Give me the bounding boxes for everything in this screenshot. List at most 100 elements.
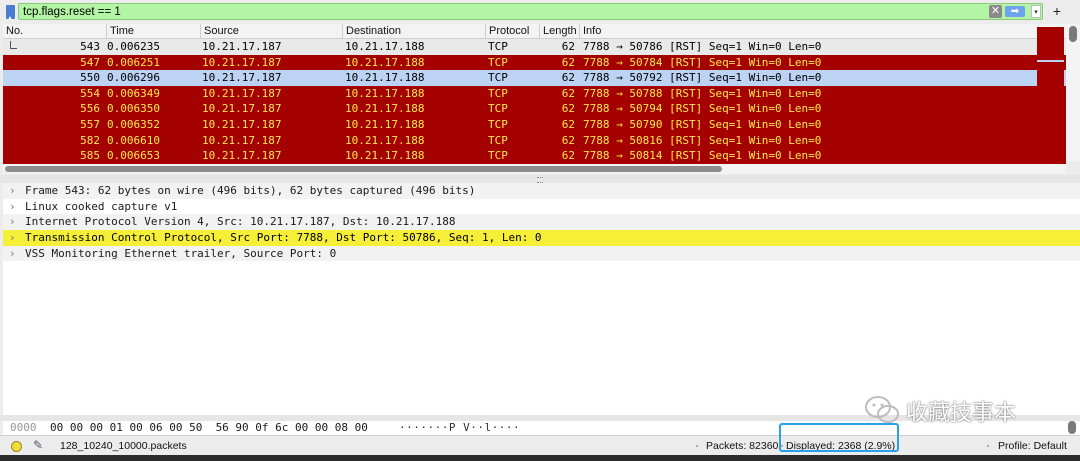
packet-info: 7788 → 50792 [RST] Seq=1 Win=0 Len=0 bbox=[583, 71, 822, 85]
column-header-source[interactable]: Source bbox=[201, 24, 343, 38]
packet-source: 10.21.17.187 bbox=[202, 102, 282, 116]
packet-source: 10.21.17.187 bbox=[202, 55, 282, 69]
packet-protocol: TCP bbox=[488, 40, 508, 53]
clear-filter-icon[interactable]: ✕ bbox=[989, 5, 1002, 18]
packet-row[interactable]: 582 0.006610 10.21.17.187 10.21.17.188 TCP 62… bbox=[3, 132, 1066, 149]
expand-chevron-icon[interactable]: › bbox=[9, 199, 16, 215]
packet-no: 554 bbox=[80, 86, 100, 100]
packet-details-pane: › Frame 543: 62 bytes on wire (496 bits),… bbox=[3, 183, 1080, 415]
packet-time: 0.006349 bbox=[107, 86, 160, 100]
column-header-protocol[interactable]: Protocol bbox=[486, 24, 540, 38]
packet-no: 557 bbox=[80, 118, 100, 131]
packet-row[interactable]: 554 0.006349 10.21.17.187 10.21.17.188 TCP 62… bbox=[3, 85, 1066, 102]
packet-info: 7788 → 50794 [RST] Seq=1 Win=0 Len=0 bbox=[583, 102, 822, 116]
display-filter-toolbar: ✕ ➡ ▾ + bbox=[0, 0, 1080, 24]
packet-time: 0.006352 bbox=[107, 118, 160, 131]
packet-minimap[interactable] bbox=[1037, 27, 1064, 161]
detail-tree-row[interactable]: › VSS Monitoring Ethernet trailer, Source… bbox=[3, 245, 1080, 262]
packet-destination: 10.21.17.188 bbox=[345, 40, 425, 53]
packet-time: 0.006610 bbox=[107, 133, 160, 147]
packet-info: 7788 → 50784 [RST] Seq=1 Win=0 Len=0 bbox=[583, 55, 822, 69]
column-header-time[interactable]: Time bbox=[107, 24, 201, 38]
packet-list-header: No. Time Source Destination Protocol Len… bbox=[3, 24, 1066, 39]
status-bar: ✎ 128_10240_10000.packets Packets: 82360… bbox=[0, 435, 1080, 456]
packet-info: 7788 → 50814 [RST] Seq=1 Win=0 Len=0 bbox=[583, 149, 822, 163]
packet-destination: 10.21.17.188 bbox=[345, 86, 425, 100]
expert-info-icon[interactable] bbox=[11, 441, 22, 452]
packet-length: 62 bbox=[561, 118, 575, 131]
add-filter-button[interactable]: + bbox=[1050, 3, 1064, 20]
packet-protocol: TCP bbox=[488, 149, 508, 163]
packet-length: 62 bbox=[561, 86, 575, 100]
packet-source: 10.21.17.187 bbox=[202, 71, 282, 85]
filter-history-dropdown-icon[interactable]: ▾ bbox=[1031, 5, 1041, 18]
packet-time: 0.006350 bbox=[107, 102, 160, 116]
expand-chevron-icon[interactable]: › bbox=[9, 230, 16, 246]
packet-no: 582 bbox=[80, 133, 100, 147]
detail-tree-row[interactable]: › Frame 543: 62 bytes on wire (496 bits),… bbox=[3, 183, 1080, 199]
packet-length: 62 bbox=[561, 71, 575, 85]
packet-source: 10.21.17.187 bbox=[202, 149, 282, 163]
packet-destination: 10.21.17.188 bbox=[345, 71, 425, 85]
packet-time: 0.006296 bbox=[107, 71, 160, 85]
expand-chevron-icon[interactable]: › bbox=[9, 246, 16, 262]
bytes-pane-vscroll-thumb[interactable] bbox=[1068, 421, 1076, 434]
packet-length: 62 bbox=[561, 133, 575, 147]
filter-bookmark-icon[interactable] bbox=[6, 5, 15, 20]
bytes-offset: 0000 bbox=[10, 421, 37, 434]
packet-source: 10.21.17.187 bbox=[202, 40, 282, 53]
packet-list: No. Time Source Destination Protocol Len… bbox=[3, 24, 1066, 174]
detail-row-label: Frame 543: 62 bytes on wire (496 bits), … bbox=[25, 184, 476, 197]
packet-destination: 10.21.17.188 bbox=[345, 102, 425, 116]
status-separator bbox=[696, 445, 698, 447]
apply-filter-icon[interactable]: ➡ bbox=[1005, 6, 1025, 17]
display-filter-input[interactable] bbox=[18, 3, 1043, 20]
packet-row[interactable]: 557 0.006352 10.21.17.187 10.21.17.188 TCP 62… bbox=[3, 117, 1066, 133]
expand-chevron-icon[interactable]: › bbox=[9, 183, 16, 199]
expand-chevron-icon[interactable]: › bbox=[9, 214, 16, 230]
packet-no: 543 bbox=[80, 40, 100, 53]
edit-comment-icon[interactable]: ✎ bbox=[33, 438, 43, 452]
bytes-ascii[interactable]: ·······P V··l···· bbox=[399, 421, 520, 435]
packet-length: 62 bbox=[561, 55, 575, 69]
detail-tree-row[interactable]: › Transmission Control Protocol, Src Port… bbox=[3, 230, 1080, 246]
packet-protocol: TCP bbox=[488, 71, 508, 85]
packet-source: 10.21.17.187 bbox=[202, 133, 282, 147]
packet-info: 7788 → 50790 [RST] Seq=1 Win=0 Len=0 bbox=[583, 118, 822, 131]
packet-row[interactable]: 585 0.006653 10.21.17.187 10.21.17.188 TCP 62… bbox=[3, 148, 1066, 164]
column-header-destination[interactable]: Destination bbox=[343, 24, 486, 38]
column-header-no[interactable]: No. bbox=[3, 24, 107, 38]
detail-row-label: VSS Monitoring Ethernet trailer, Source … bbox=[25, 246, 337, 260]
packet-row[interactable]: 547 0.006251 10.21.17.187 10.21.17.188 TCP 62… bbox=[3, 54, 1066, 71]
profile-selector[interactable]: Profile: Default bbox=[998, 436, 1067, 456]
window-bottom-edge bbox=[0, 455, 1080, 461]
column-header-length[interactable]: Length bbox=[540, 24, 580, 38]
minimap-selected-marker bbox=[1037, 60, 1064, 62]
packet-row[interactable]: 543 0.006235 10.21.17.187 10.21.17.188 TCP 62… bbox=[3, 39, 1066, 55]
pane-splitter-top[interactable] bbox=[0, 175, 1080, 183]
packet-row[interactable]: 556 0.006350 10.21.17.187 10.21.17.188 TCP 62… bbox=[3, 101, 1066, 117]
displayed-count-callout bbox=[779, 423, 899, 452]
wechat-logo-icon bbox=[865, 396, 899, 423]
column-header-info[interactable]: Info bbox=[580, 24, 1066, 38]
packet-list-vscroll-track[interactable] bbox=[1066, 24, 1080, 161]
packet-protocol: TCP bbox=[488, 55, 508, 69]
packet-time: 0.006653 bbox=[107, 149, 160, 163]
detail-row-label: Linux cooked capture v1 bbox=[25, 199, 178, 213]
status-separator bbox=[987, 445, 989, 447]
packet-time: 0.006251 bbox=[107, 55, 160, 69]
packet-list-vscroll-thumb[interactable] bbox=[1069, 26, 1077, 42]
detail-tree-row[interactable]: › Internet Protocol Version 4, Src: 10.21… bbox=[3, 214, 1080, 230]
packet-row[interactable]: 550 0.006296 10.21.17.187 10.21.17.188 TCP 62… bbox=[3, 70, 1066, 86]
packet-no: 556 bbox=[80, 102, 100, 116]
bytes-hex[interactable]: 00 00 00 01 00 06 00 50 56 90 0f 6c 00 0… bbox=[50, 421, 368, 435]
detail-tree-row[interactable]: › Linux cooked capture v1 bbox=[3, 199, 1080, 215]
packet-no: 550 bbox=[80, 71, 100, 85]
packet-list-hscroll-thumb[interactable] bbox=[5, 166, 722, 172]
detail-row-label: Transmission Control Protocol, Src Port:… bbox=[25, 231, 542, 245]
packet-info: 7788 → 50816 [RST] Seq=1 Win=0 Len=0 bbox=[583, 133, 822, 147]
packet-no: 585 bbox=[80, 149, 100, 163]
packet-info: 7788 → 50788 [RST] Seq=1 Win=0 Len=0 bbox=[583, 86, 822, 100]
packet-protocol: TCP bbox=[488, 133, 508, 147]
packets-count: Packets: 82360 bbox=[706, 440, 779, 452]
